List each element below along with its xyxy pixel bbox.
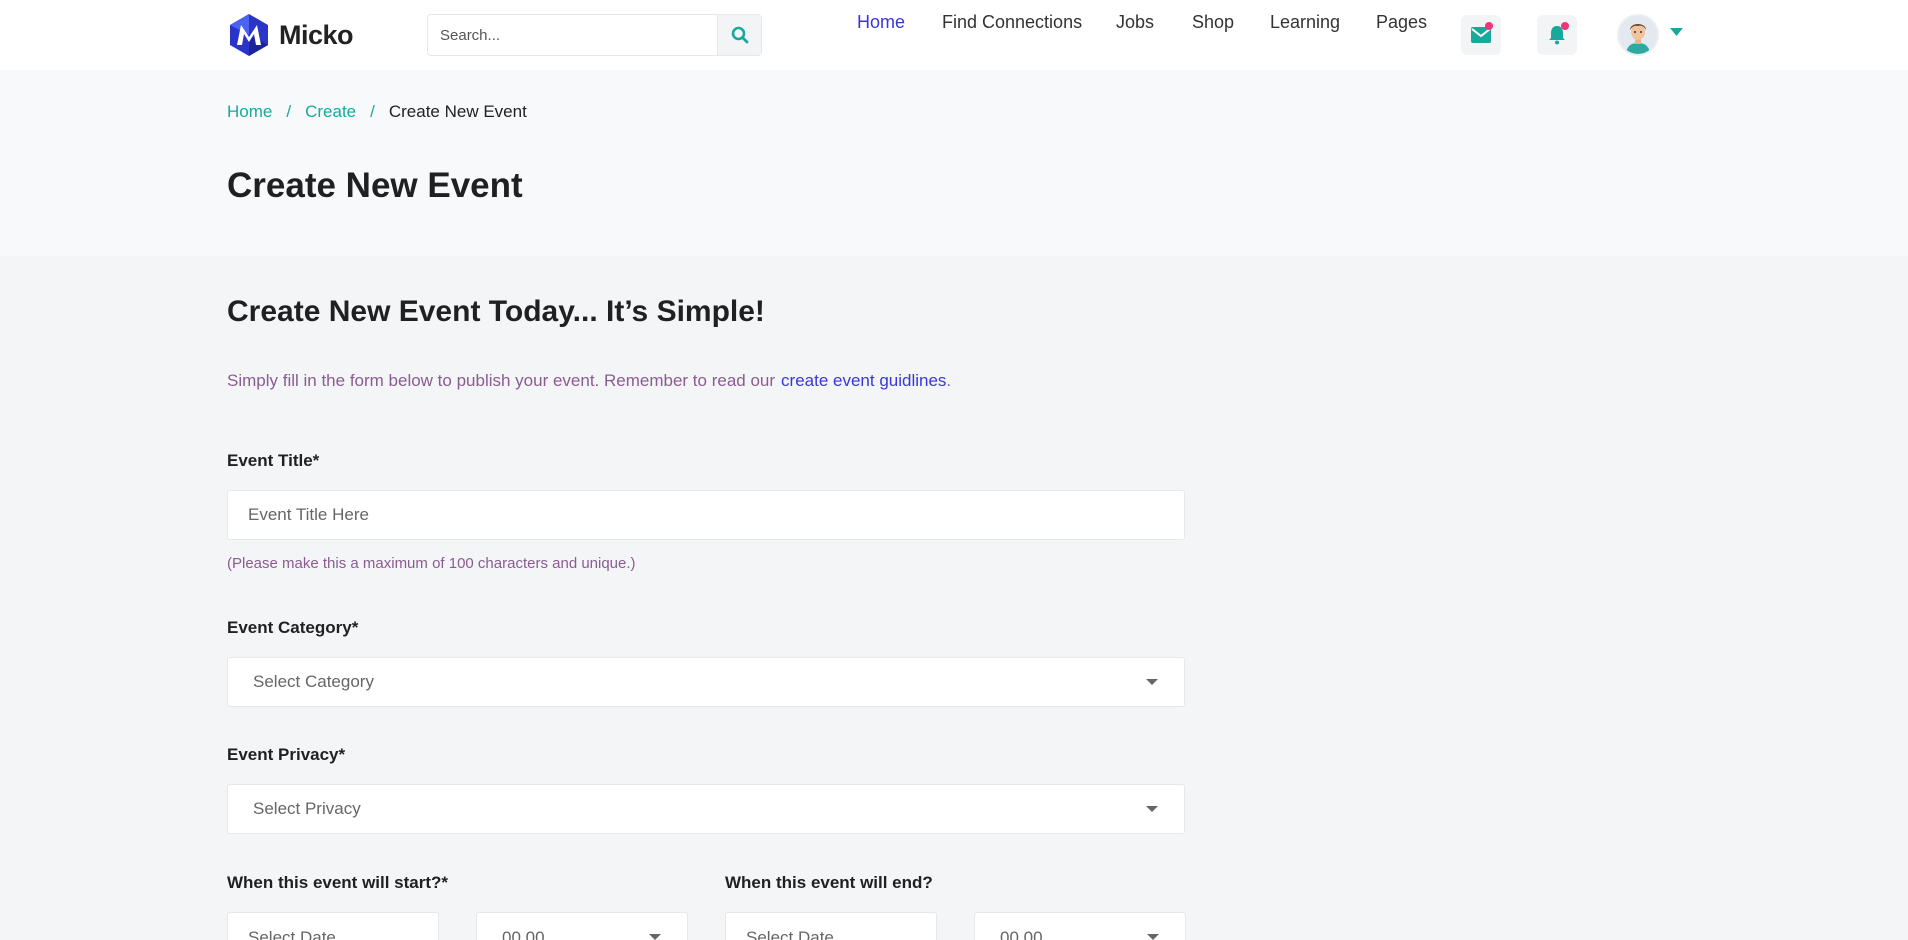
- chevron-down-icon: [649, 934, 661, 940]
- top-navbar: Micko Home Find Connections Jobs Shop Le…: [0, 0, 1908, 70]
- event-category-value: Select Category: [253, 672, 374, 691]
- event-title-label: Event Title*: [227, 451, 320, 470]
- start-date-value: Select Date: [248, 928, 336, 940]
- end-time-select[interactable]: 00.00: [974, 912, 1186, 940]
- start-time-value: 00.00: [502, 928, 545, 940]
- notification-dot: [1561, 22, 1569, 30]
- chevron-down-icon: [1146, 679, 1158, 685]
- start-time-select[interactable]: 00.00: [476, 912, 688, 940]
- nav-find-connections[interactable]: Find Connections: [942, 12, 1082, 33]
- section-title: Create New Event Today... It’s Simple!: [227, 295, 765, 328]
- breadcrumb-create[interactable]: Create: [305, 102, 356, 122]
- chevron-down-icon: [1146, 806, 1158, 812]
- nav-shop[interactable]: Shop: [1192, 12, 1234, 33]
- chevron-down-icon: [1147, 934, 1159, 940]
- page-title: Create New Event: [227, 166, 523, 205]
- end-date-value: Select Date: [746, 928, 834, 940]
- brand-logo[interactable]: Micko: [227, 13, 354, 57]
- nav-home[interactable]: Home: [857, 12, 905, 33]
- user-avatar-icon: [1619, 16, 1657, 54]
- breadcrumb: Home / Create / Create New Event: [227, 102, 527, 122]
- nav-learning[interactable]: Learning: [1270, 12, 1340, 33]
- brand-name: Micko: [279, 19, 354, 50]
- chevron-down-icon[interactable]: [1670, 28, 1683, 36]
- notification-dot: [1485, 22, 1493, 30]
- search-button[interactable]: [717, 15, 761, 55]
- event-privacy-value: Select Privacy: [253, 799, 361, 818]
- event-start-label: When this event will start?*: [227, 873, 449, 892]
- intro-text: Simply fill in the form below to publish…: [227, 371, 951, 391]
- event-title-input[interactable]: [228, 491, 1184, 539]
- search-box: [427, 14, 762, 56]
- breadcrumb-current: Create New Event: [388, 102, 527, 121]
- messages-button[interactable]: [1461, 15, 1501, 55]
- search-icon: [731, 26, 748, 44]
- breadcrumb-separator: /: [286, 102, 292, 121]
- breadcrumb-home[interactable]: Home: [227, 102, 272, 122]
- avatar[interactable]: [1617, 14, 1659, 56]
- event-category-select[interactable]: Select Category: [227, 657, 1185, 707]
- logo-icon: [230, 14, 268, 56]
- end-date-field[interactable]: Select Date: [725, 912, 937, 940]
- event-privacy-label: Event Privacy*: [227, 745, 346, 764]
- event-title-field: [227, 490, 1185, 540]
- intro-end: .: [946, 371, 952, 390]
- event-category-label: Event Category*: [227, 618, 359, 637]
- search-input[interactable]: [428, 15, 717, 55]
- event-end-label: When this event will end?: [725, 873, 933, 892]
- breadcrumb-separator: /: [370, 102, 375, 121]
- nav-pages[interactable]: Pages: [1376, 12, 1427, 33]
- page-header: Home / Create / Create New Event Create …: [0, 70, 1908, 256]
- end-time-value: 00.00: [1000, 928, 1043, 940]
- nav-jobs[interactable]: Jobs: [1116, 12, 1154, 33]
- event-privacy-select[interactable]: Select Privacy: [227, 784, 1185, 834]
- start-date-field[interactable]: Select Date: [227, 912, 439, 940]
- intro-body: Simply fill in the form below to publish…: [227, 371, 776, 390]
- notifications-button[interactable]: [1537, 15, 1577, 55]
- event-title-hint: (Please make this a maximum of 100 chara…: [227, 555, 636, 572]
- guidelines-link[interactable]: create event guidlines: [781, 371, 946, 390]
